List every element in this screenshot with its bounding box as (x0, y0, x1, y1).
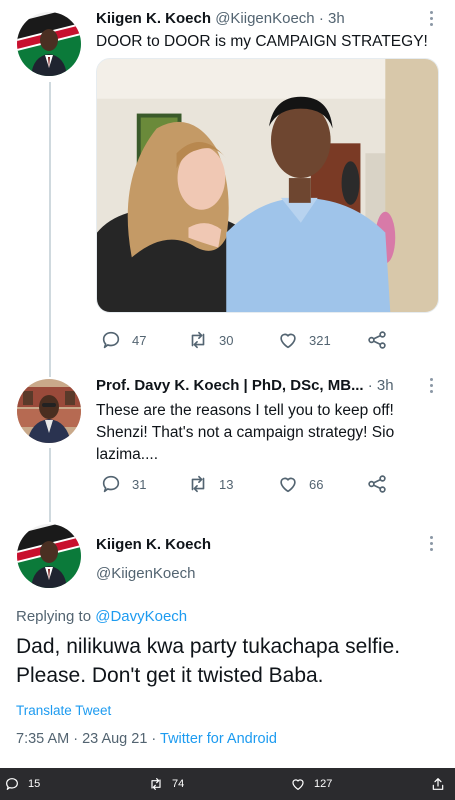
tweet-text: Dad, nilikuwa kwa party tukachapa selfie… (16, 635, 401, 687)
bottom-reply-button[interactable]: 15 (4, 776, 40, 792)
thread-line (49, 448, 51, 522)
retweet-icon (151, 778, 161, 790)
retweet-count: 13 (219, 476, 234, 492)
reply-icon (102, 475, 120, 493)
reply-icon (102, 331, 120, 349)
share-button[interactable] (366, 328, 388, 352)
like-button[interactable]: 321 (277, 328, 331, 352)
more-options-icon[interactable] (427, 533, 435, 555)
author-name[interactable]: Kiigen K. Koech (96, 536, 211, 553)
author-name[interactable]: Kiigen K. Koech (96, 10, 211, 27)
tweet-actions: 47 30 321 (96, 328, 396, 352)
heart-icon (280, 477, 296, 493)
reply-icon (6, 778, 18, 790)
heart-icon (292, 779, 304, 790)
avatar[interactable] (17, 12, 81, 76)
tweet-text: These are the reasons I tell you to keep… (96, 402, 395, 463)
retweet-button[interactable]: 30 (187, 328, 233, 352)
client-link[interactable]: Twitter for Android (160, 731, 277, 747)
reply-button[interactable]: 31 (100, 472, 146, 496)
share-icon (368, 475, 386, 493)
retweet-icon (191, 331, 205, 349)
share-icon (368, 331, 386, 349)
translate-tweet-link[interactable]: Translate Tweet (16, 703, 111, 718)
avatar[interactable] (17, 379, 81, 443)
timestamp-date[interactable]: 7:35 AM · 23 Aug 21 · (16, 731, 160, 747)
bottom-reply-count: 15 (28, 778, 41, 790)
tweet-photo[interactable] (96, 58, 439, 313)
like-count: 321 (309, 332, 331, 348)
reply-button[interactable]: 47 (100, 328, 146, 352)
more-options-icon[interactable] (427, 8, 435, 30)
upload-icon (432, 778, 444, 790)
reply-count: 31 (132, 476, 147, 492)
bottom-retweet-count: 74 (172, 778, 185, 790)
avatar[interactable] (17, 524, 81, 588)
tweet-header: Prof. Davy K. Koech | PhD, DSc, MB... · … (96, 377, 441, 394)
bottom-retweet-button[interactable]: 74 (148, 776, 184, 792)
tweet-time[interactable]: · 3h (368, 377, 394, 394)
thread-line (49, 82, 51, 377)
like-count: 66 (309, 476, 324, 492)
author-handle[interactable]: @KiigenKoech (215, 10, 314, 27)
replying-to-handle[interactable]: @DavyKoech (95, 608, 187, 625)
tweet-actions: 31 13 66 (96, 472, 396, 496)
retweet-button[interactable]: 13 (187, 472, 233, 496)
tweet-text: DOOR to DOOR is my CAMPAIGN STRATEGY! (96, 33, 428, 50)
more-options-icon[interactable] (427, 375, 435, 397)
replying-to-label: Replying to (16, 608, 92, 625)
retweet-count: 30 (219, 332, 234, 348)
like-button[interactable]: 66 (277, 472, 323, 496)
bottom-like-count: 127 (314, 778, 333, 790)
bottom-like-button[interactable]: 127 (290, 776, 332, 792)
retweet-icon (191, 475, 205, 493)
tweet-timestamp: 7:35 AM · 23 Aug 21 · Twitter for Androi… (16, 731, 277, 747)
replying-to: Replying to @DavyKoech (16, 608, 187, 625)
reply-count: 47 (132, 332, 147, 348)
bottom-share-button[interactable] (430, 776, 454, 792)
bottom-stats-bar: 15 74 127 (0, 768, 455, 800)
tweet-time[interactable]: · 3h (319, 10, 345, 27)
author-name[interactable]: Prof. Davy K. Koech | PhD, DSc, MB... (96, 377, 364, 394)
author-handle[interactable]: @KiigenKoech (96, 565, 195, 582)
tweet-header: Kiigen K. Koech @KiigenKoech · 3h (96, 10, 441, 27)
share-button[interactable] (366, 472, 388, 496)
heart-icon (280, 333, 296, 349)
